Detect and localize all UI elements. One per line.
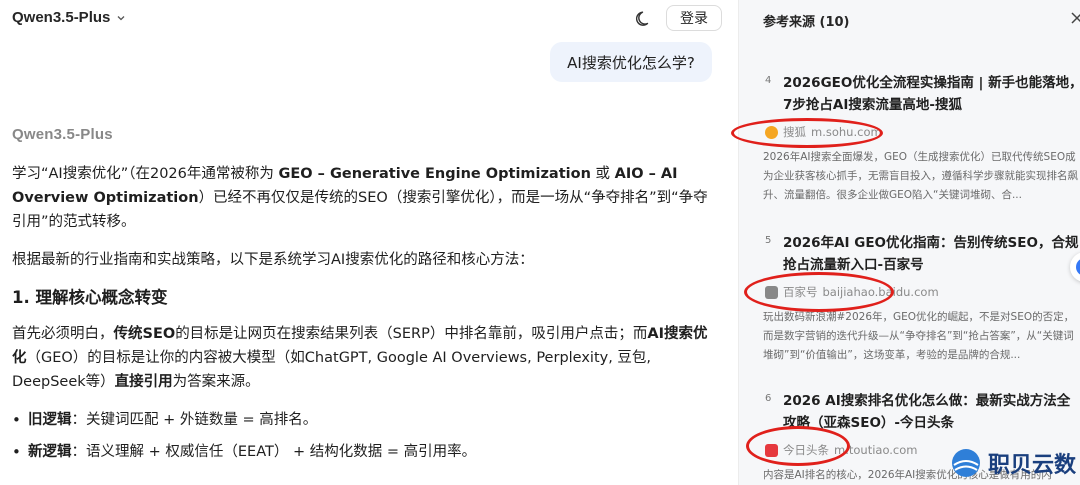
text-span: 的目标是让网页在搜索结果列表（SERP）中排名靠前，吸引用户点击；而: [175, 326, 648, 342]
bold-term: 传统SEO: [113, 326, 176, 342]
source-number: 5: [765, 235, 772, 246]
bold-term: 直接引用: [114, 374, 173, 390]
sources-panel: 参考来源 (10) 4 2026GEO优化全流程实操指南 | 新手也能落地，7步…: [738, 0, 1080, 485]
sohu-favicon-icon: [765, 125, 778, 139]
list-item: 新逻辑：语义理解 + 权威信任（EEAT） + 结构化数据 = 高引用率。: [12, 440, 712, 464]
watermark: 职贝云数: [950, 440, 1080, 485]
text-span: （GEO）的目标是让你的内容被大模型（如ChatGPT, Google AI O…: [12, 350, 652, 390]
site-name: 搜狐: [783, 125, 806, 139]
dark-mode-icon[interactable]: [634, 9, 654, 29]
model-selector[interactable]: Qwen3.5-Plus: [12, 9, 126, 26]
source-card[interactable]: 4 2026GEO优化全流程实操指南 | 新手也能落地，7步抢占AI搜索流量高地…: [753, 72, 1080, 212]
chevron-down-icon: [117, 15, 125, 20]
site-name: 百家号: [783, 285, 818, 299]
sources-header: 参考来源 (10): [763, 15, 850, 30]
text-span: 为答案来源。: [172, 374, 260, 390]
bullet-text: ：语义理解 + 权威信任（EEAT） + 结构化数据 = 高引用率。: [71, 444, 477, 460]
answer-paragraph: 学习“AI搜索优化”（在2026年通常被称为 GEO – Generative …: [12, 162, 712, 234]
section-heading: 1. 理解核心概念转变: [12, 288, 168, 307]
watermark-text: 职贝云数: [988, 452, 1077, 478]
source-card[interactable]: 5 2026年AI GEO优化指南：告别传统SEO，合规抢占流量新入口-百家号 …: [753, 232, 1080, 372]
text-span: 学习“AI搜索优化”（在2026年通常被称为: [12, 166, 279, 182]
answer-paragraph: 首先必须明白，传统SEO的目标是让网页在搜索结果列表（SERP）中排名靠前，吸引…: [12, 322, 712, 394]
toutiao-favicon-icon: [765, 443, 778, 457]
site-domain: m.toutiao.com: [834, 443, 918, 457]
bullet-list: 旧逻辑：关键词匹配 + 外链数量 = 高排名。 新逻辑：语义理解 + 权威信任（…: [12, 408, 712, 464]
bullet-label: 新逻辑: [28, 444, 72, 460]
user-message: AI搜索优化怎么学?: [550, 42, 712, 82]
source-site: 今日头条 m.toutiao.com: [765, 442, 918, 458]
login-button[interactable]: 登录: [666, 5, 722, 31]
source-title[interactable]: 2026GEO优化全流程实操指南 | 新手也能落地，7步抢占AI搜索流量高地-搜…: [783, 72, 1080, 116]
baijiahao-favicon-icon: [765, 285, 778, 299]
source-number: 6: [765, 393, 772, 404]
source-title[interactable]: 2026 AI搜索排名优化怎么做：最新实战方法全攻略（亚森SEO）-今日头条: [783, 390, 1080, 434]
source-number: 4: [765, 75, 772, 86]
source-site: 百家号 baijiahao.baidu.com: [765, 284, 939, 300]
bold-term: GEO – Generative Engine Optimization: [278, 166, 591, 182]
source-snippet: 玩出数码新浪潮#2026年，GEO优化的崛起，不是对SEO的否定，而是数字营销的…: [763, 311, 1075, 361]
assistant-name: Qwen3.5-Plus: [12, 126, 113, 143]
model-label: Qwen3.5-Plus: [12, 9, 111, 26]
source-snippet: 2026年AI搜索全面爆发，GEO（生成搜索优化）已取代传统SEO成为企业获客核…: [763, 151, 1078, 201]
source-title[interactable]: 2026年AI GEO优化指南：告别传统SEO，合规抢占流量新入口-百家号: [783, 232, 1080, 276]
top-bar: Qwen3.5-Plus 登录: [0, 0, 738, 38]
site-domain: baijiahao.baidu.com: [822, 285, 939, 299]
chat-panel: Qwen3.5-Plus 登录 AI搜索优化怎么学? Qwen3.5-Plus …: [0, 0, 738, 485]
close-icon[interactable]: [1069, 10, 1080, 26]
source-site: 搜狐 m.sohu.com: [765, 124, 882, 140]
text-span: 或: [590, 166, 615, 182]
site-name: 今日头条: [783, 443, 829, 457]
assistant-answer: 学习“AI搜索优化”（在2026年通常被称为 GEO – Generative …: [12, 162, 712, 472]
bullet-label: 旧逻辑: [28, 412, 72, 428]
text-span: 首先必须明白，: [12, 326, 114, 342]
site-domain: m.sohu.com: [811, 125, 882, 139]
list-item: 旧逻辑：关键词匹配 + 外链数量 = 高排名。: [12, 408, 712, 432]
answer-paragraph: 根据最新的行业指南和实战策略，以下是系统学习AI搜索优化的路径和核心方法：: [12, 252, 534, 268]
bullet-text: ：关键词匹配 + 外链数量 = 高排名。: [71, 412, 318, 428]
globe-logo-icon: [952, 448, 980, 477]
